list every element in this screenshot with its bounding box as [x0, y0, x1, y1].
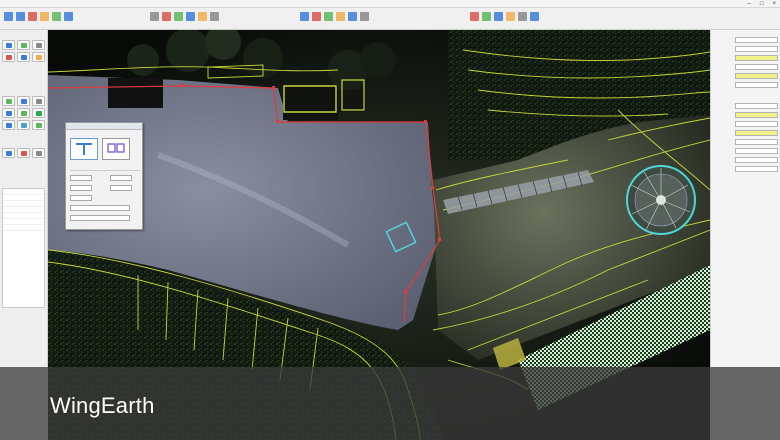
property-field[interactable] — [735, 111, 778, 118]
dialog-field[interactable] — [110, 175, 132, 181]
property-field[interactable] — [735, 120, 778, 127]
toolbar-button[interactable] — [64, 12, 73, 21]
tool-grid-bottom — [2, 148, 45, 158]
close-button[interactable]: × — [772, 1, 776, 7]
tool-button[interactable] — [32, 120, 45, 130]
toolbar-button[interactable] — [16, 12, 25, 21]
toolbar-button[interactable] — [40, 12, 49, 21]
dialog-field[interactable] — [70, 205, 130, 211]
property-field[interactable] — [735, 156, 778, 163]
layer-list[interactable] — [2, 188, 45, 308]
toolbar-button[interactable] — [506, 12, 515, 21]
dialog-field[interactable] — [70, 185, 92, 191]
properties-section-2 — [714, 102, 778, 174]
tool-button[interactable] — [17, 120, 30, 130]
toolbar-button[interactable] — [174, 12, 183, 21]
property-field[interactable] — [735, 72, 778, 79]
tool-button[interactable] — [2, 52, 15, 62]
toolbar-button[interactable] — [348, 12, 357, 21]
property-field[interactable] — [735, 63, 778, 70]
floating-tool-dialog — [65, 122, 143, 230]
main-toolbar — [0, 8, 780, 30]
building — [108, 78, 163, 108]
tool-button[interactable] — [32, 108, 45, 118]
toolbar-button[interactable] — [52, 12, 61, 21]
toolbar-button[interactable] — [28, 12, 37, 21]
property-field[interactable] — [735, 36, 778, 43]
toolbar-button[interactable] — [186, 12, 195, 21]
property-field[interactable] — [735, 45, 778, 52]
tool-button[interactable] — [2, 120, 15, 130]
window-titlebar: – □ × — [0, 0, 780, 8]
tool-grid-middle — [2, 96, 45, 130]
toolbar-button[interactable] — [336, 12, 345, 21]
toolbar-button[interactable] — [518, 12, 527, 21]
profile-icon — [76, 143, 92, 155]
section-icon — [107, 143, 125, 153]
maximize-button[interactable]: □ — [760, 1, 764, 7]
toolbar-button[interactable] — [324, 12, 333, 21]
caption-overlay: WingEarth — [0, 367, 780, 440]
property-field[interactable] — [735, 147, 778, 154]
tool-button[interactable] — [32, 52, 45, 62]
left-tool-panel — [0, 30, 48, 367]
dialog-field[interactable] — [110, 185, 132, 191]
tool-button[interactable] — [2, 40, 15, 50]
tool-button[interactable] — [2, 108, 15, 118]
dialog-field[interactable] — [70, 215, 130, 221]
tool-button[interactable] — [32, 40, 45, 50]
minimize-button[interactable]: – — [748, 1, 751, 7]
property-field[interactable] — [735, 102, 778, 109]
tool-button[interactable] — [17, 40, 30, 50]
tool-button[interactable] — [17, 96, 30, 106]
toolbar-button[interactable] — [360, 12, 369, 21]
mode-icon-button[interactable] — [102, 138, 130, 160]
tool-grid-top — [2, 40, 45, 62]
dialog-divider — [70, 165, 140, 171]
tool-button[interactable] — [17, 148, 30, 158]
toolbar-button[interactable] — [198, 12, 207, 21]
toolbar-button[interactable] — [482, 12, 491, 21]
building — [283, 85, 338, 120]
properties-section-1 — [714, 36, 778, 90]
tool-button[interactable] — [17, 108, 30, 118]
property-field[interactable] — [735, 165, 778, 172]
dialog-header — [66, 123, 142, 130]
dialog-field[interactable] — [70, 195, 92, 201]
toolbar-button[interactable] — [210, 12, 219, 21]
tool-button[interactable] — [32, 148, 45, 158]
mode-icon-button[interactable] — [70, 138, 98, 160]
property-field[interactable] — [735, 129, 778, 136]
list-item[interactable] — [3, 225, 44, 231]
properties-panel — [710, 30, 780, 367]
tool-button[interactable] — [2, 96, 15, 106]
tool-button[interactable] — [32, 96, 45, 106]
circular-structure — [626, 165, 696, 235]
toolbar-button[interactable] — [300, 12, 309, 21]
toolbar-button[interactable] — [494, 12, 503, 21]
product-name: WingEarth — [50, 393, 155, 418]
toolbar-button[interactable] — [312, 12, 321, 21]
window-controls: – □ × — [748, 1, 776, 7]
toolbar-button[interactable] — [530, 12, 539, 21]
toolbar-button[interactable] — [150, 12, 159, 21]
tool-button[interactable] — [2, 148, 15, 158]
toolbar-button[interactable] — [470, 12, 479, 21]
property-field[interactable] — [735, 81, 778, 88]
property-field[interactable] — [735, 54, 778, 61]
toolbar-button[interactable] — [162, 12, 171, 21]
toolbar-button[interactable] — [4, 12, 13, 21]
tool-button[interactable] — [17, 52, 30, 62]
property-field[interactable] — [735, 138, 778, 145]
dialog-field[interactable] — [70, 175, 92, 181]
